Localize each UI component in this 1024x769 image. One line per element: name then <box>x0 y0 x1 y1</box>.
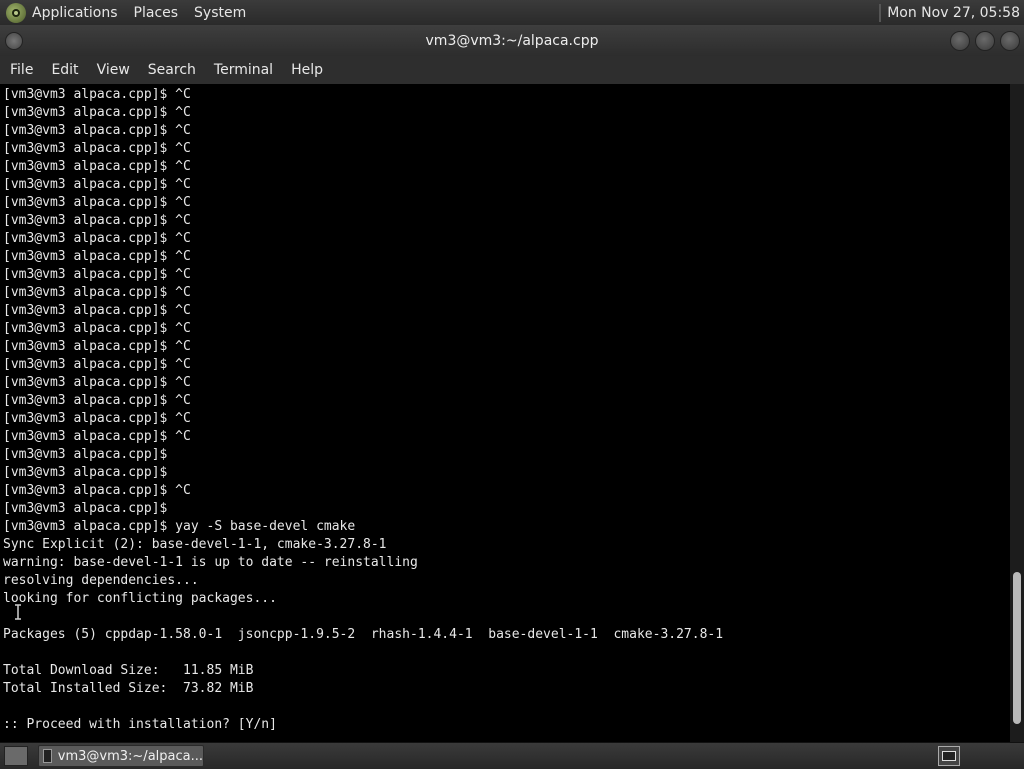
terminal-line: [vm3@vm3 alpaca.cpp]$ ^C <box>3 357 191 372</box>
terminal-line: [vm3@vm3 alpaca.cpp]$ ^C <box>3 321 191 336</box>
window-menu-button[interactable] <box>5 32 23 50</box>
ibeam-cursor-icon <box>14 604 24 620</box>
terminal-line: [vm3@vm3 alpaca.cpp]$ ^C <box>3 213 191 228</box>
terminal-line: warning: base-devel-1-1 is up to date --… <box>3 555 418 570</box>
menu-terminal[interactable]: Terminal <box>214 62 273 78</box>
terminal-line: [vm3@vm3 alpaca.cpp]$ <box>3 447 168 462</box>
system-menu[interactable]: System <box>194 5 246 21</box>
taskbar-terminal-task[interactable]: vm3@vm3:~/alpaca... <box>38 745 204 767</box>
menubar: File Edit View Search Terminal Help <box>0 56 1024 84</box>
terminal-line: [vm3@vm3 alpaca.cpp]$ ^C <box>3 249 191 264</box>
task-label: vm3@vm3:~/alpaca... <box>57 748 203 764</box>
terminal-line: [vm3@vm3 alpaca.cpp]$ ^C <box>3 123 191 138</box>
terminal-line: Sync Explicit (2): base-devel-1-1, cmake… <box>3 537 387 552</box>
workspace-switcher-icon[interactable] <box>938 746 960 766</box>
terminal-line: [vm3@vm3 alpaca.cpp]$ ^C <box>3 393 191 408</box>
terminal-line: [vm3@vm3 alpaca.cpp]$ ^C <box>3 303 191 318</box>
terminal-output[interactable]: [vm3@vm3 alpaca.cpp]$ ^C [vm3@vm3 alpaca… <box>0 84 1010 742</box>
menu-file[interactable]: File <box>10 62 33 78</box>
terminal-line: [vm3@vm3 alpaca.cpp]$ ^C <box>3 231 191 246</box>
places-menu[interactable]: Places <box>134 5 179 21</box>
terminal-line: [vm3@vm3 alpaca.cpp]$ ^C <box>3 411 191 426</box>
bottom-panel: vm3@vm3:~/alpaca... <box>0 742 1024 769</box>
terminal-line: Total Download Size: 11.85 MiB <box>3 663 254 678</box>
terminal-line: [vm3@vm3 alpaca.cpp]$ ^C <box>3 159 191 174</box>
terminal-line: [vm3@vm3 alpaca.cpp]$ ^C <box>3 429 191 444</box>
window-title: vm3@vm3:~/alpaca.cpp <box>425 32 599 49</box>
terminal-line: [vm3@vm3 alpaca.cpp]$ ^C <box>3 483 191 498</box>
terminal-line: Total Installed Size: 73.82 MiB <box>3 681 254 696</box>
menu-help[interactable]: Help <box>291 62 323 78</box>
terminal-scrollbar[interactable] <box>1010 84 1024 742</box>
terminal-line: [vm3@vm3 alpaca.cpp]$ ^C <box>3 339 191 354</box>
terminal-line: [vm3@vm3 alpaca.cpp]$ ^C <box>3 87 191 102</box>
terminal-line: :: Proceed with installation? [Y/n] <box>3 717 277 732</box>
terminal-icon <box>43 749 52 763</box>
scrollbar-thumb[interactable] <box>1013 572 1021 724</box>
terminal-line: [vm3@vm3 alpaca.cpp]$ yay -S base-devel … <box>3 519 356 534</box>
menu-search[interactable]: Search <box>148 62 196 78</box>
terminal-line: [vm3@vm3 alpaca.cpp]$ ^C <box>3 141 191 156</box>
terminal-line: Packages (5) cppdap-1.58.0-1 jsoncpp-1.9… <box>3 627 724 642</box>
terminal-line: [vm3@vm3 alpaca.cpp]$ ^C <box>3 375 191 390</box>
terminal-line: [vm3@vm3 alpaca.cpp]$ ^C <box>3 105 191 120</box>
menu-edit[interactable]: Edit <box>51 62 78 78</box>
top-panel: Applications Places System Mon Nov 27, 0… <box>0 0 1024 26</box>
terminal-line: [vm3@vm3 alpaca.cpp]$ ^C <box>3 195 191 210</box>
terminal-line: [vm3@vm3 alpaca.cpp]$ ^C <box>3 177 191 192</box>
panel-separator <box>879 3 882 22</box>
menu-view[interactable]: View <box>97 62 130 78</box>
terminal-line: looking for conflicting packages... <box>3 591 277 606</box>
applications-menu[interactable]: Applications <box>32 5 118 21</box>
terminal-line: [vm3@vm3 alpaca.cpp]$ ^C <box>3 267 191 282</box>
close-button[interactable] <box>1000 31 1020 51</box>
terminal-line: [vm3@vm3 alpaca.cpp]$ ^C <box>3 285 191 300</box>
terminal-line: [vm3@vm3 alpaca.cpp]$ <box>3 465 168 480</box>
terminal-line: resolving dependencies... <box>3 573 199 588</box>
window-titlebar[interactable]: vm3@vm3:~/alpaca.cpp <box>0 25 1024 56</box>
terminal-line: [vm3@vm3 alpaca.cpp]$ <box>3 501 168 516</box>
show-desktop-icon[interactable] <box>4 746 28 766</box>
gnome-foot-icon[interactable] <box>6 2 26 23</box>
minimize-button[interactable] <box>950 31 970 51</box>
clock[interactable]: Mon Nov 27, 05:58 <box>887 5 1020 21</box>
workspace-thumbnail <box>942 751 956 761</box>
maximize-button[interactable] <box>975 31 995 51</box>
